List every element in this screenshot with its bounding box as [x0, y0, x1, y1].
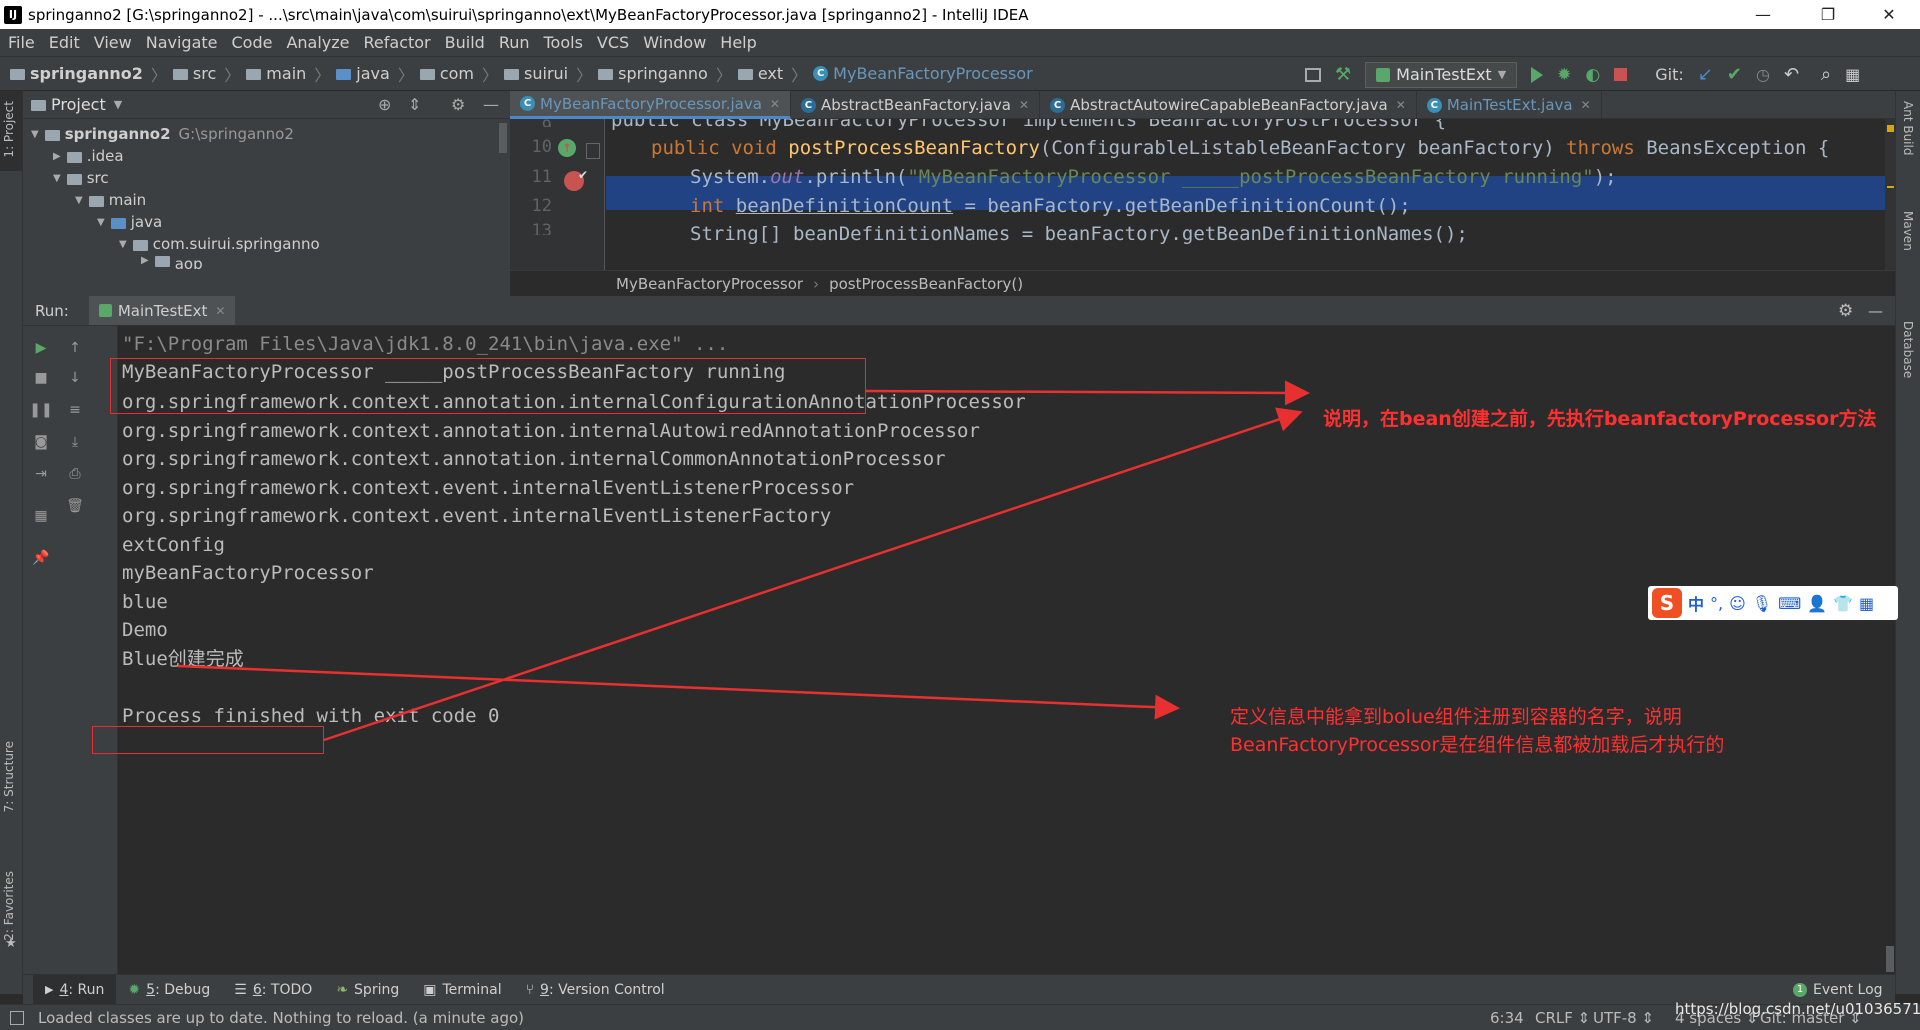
toolwindow-run[interactable]: ▶ 4: Run — [33, 974, 117, 1005]
file-encoding[interactable]: UTF-8 ⇕ — [1593, 1009, 1654, 1027]
line-separator[interactable]: CRLF ⇕ — [1535, 1009, 1590, 1027]
ime-lang[interactable]: 中 — [1688, 591, 1704, 615]
todo-icon: ☰ — [234, 981, 247, 998]
microphone-icon[interactable]: 🎙 — [1752, 594, 1772, 613]
arrow-2 — [323, 407, 1303, 742]
toolwindow-spring[interactable]: ❧ Spring — [324, 975, 411, 1005]
status-toggle-icon[interactable] — [10, 1010, 24, 1025]
skin-icon[interactable]: 👕 — [1833, 594, 1853, 613]
run-icon: ▶ — [45, 983, 54, 996]
toolwindow-version-control[interactable]: ⑂ 9: Version Control — [514, 975, 677, 1005]
csdn-watermark: https://blog.csdn.net/u010365717 — [1675, 1000, 1920, 1018]
ime-toolbar[interactable]: S 中 °, ☺ 🎙 ⌨ 👤 👕 ▦ — [1648, 586, 1898, 620]
event-log-icon: 1 — [1793, 982, 1807, 997]
toolwindow-bar: ▶ 4: Run ✹ 5: Debug ☰ 6: TODO ❧ Spring ▣ Term… — [23, 974, 1895, 1005]
status-message: Loaded classes are up to date. Nothing t… — [38, 1008, 525, 1027]
caret-position[interactable]: 6:34 — [1490, 1009, 1524, 1027]
apps-grid-icon[interactable]: ▦ — [1859, 594, 1874, 613]
annotation-note-2-line-1: 定义信息中能拿到bolue组件注册到容器的名字，说明 — [1230, 706, 1682, 728]
spring-leaf-icon: ❧ — [336, 981, 349, 998]
user-icon[interactable]: 👤 — [1807, 594, 1827, 613]
terminal-icon: ▣ — [423, 981, 437, 998]
bug-icon: ✹ — [128, 981, 141, 998]
toolwindow-terminal[interactable]: ▣ Terminal — [411, 975, 513, 1005]
arrow-1 — [865, 380, 1310, 406]
status-bar: Loaded classes are up to date. Nothing t… — [0, 1000, 1920, 1030]
annotation-arrows — [177, 380, 1310, 742]
keyboard-icon[interactable]: ⌨ — [1778, 594, 1801, 613]
sogou-logo-icon: S — [1652, 588, 1682, 618]
annotation-note-1: 说明，在bean创建之前，先执行beanfactoryProcessor方法 — [1323, 408, 1877, 430]
arrow-3 — [177, 664, 1180, 720]
emoji-icon[interactable]: ☺ — [1729, 594, 1746, 613]
punctuation-icon[interactable]: °, — [1710, 594, 1723, 613]
vcs-icon: ⑂ — [525, 981, 535, 998]
annotation-note-2-line-2: BeanFactoryProcessor是在组件信息都被加载后才执行的 — [1230, 734, 1725, 756]
toolwindow-debug[interactable]: ✹ 5: Debug — [116, 975, 222, 1005]
toolwindow-todo[interactable]: ☰ 6: TODO — [222, 975, 324, 1005]
